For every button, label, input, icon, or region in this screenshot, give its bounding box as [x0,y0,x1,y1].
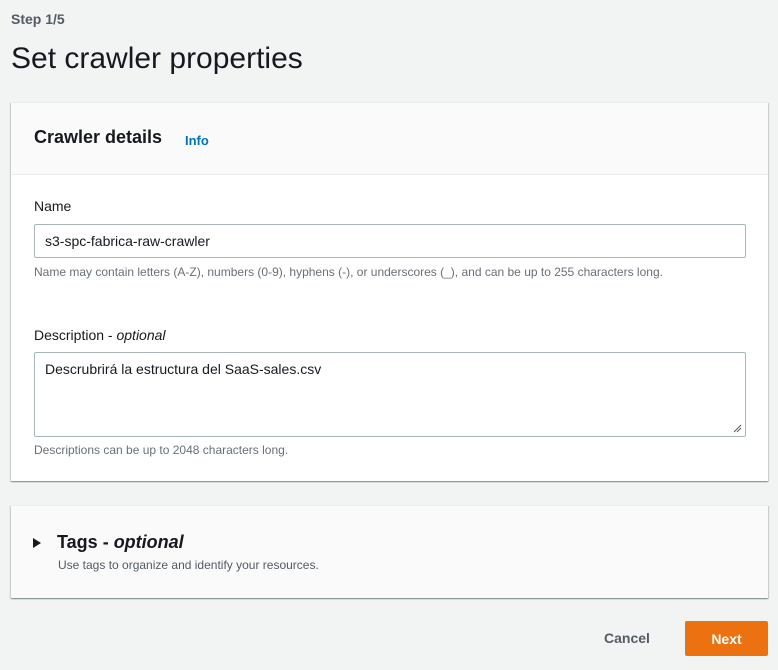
name-input[interactable]: s3-spc-fabrica-raw-crawler [34,224,746,258]
description-optional: optional [116,327,166,343]
tags-title: Tags - optional [57,532,184,552]
step-label: Step 1/5 [11,11,65,27]
description-value: Descrubrirá la estructura del SaaS-sales… [45,361,322,377]
tags-title-text: Tags [57,532,98,552]
tags-description: Use tags to organize and identify your r… [58,558,319,572]
description-textarea[interactable]: Descrubrirá la estructura del SaaS-sales… [34,352,746,437]
description-label: Description - optional [34,327,166,343]
cancel-button[interactable]: Cancel [592,621,662,655]
tags-panel: Tags - optional Use tags to organize and… [11,505,768,598]
next-button[interactable]: Next [685,621,768,656]
description-hint: Descriptions can be up to 2048 character… [34,443,289,457]
tags-optional: optional [113,532,184,552]
caret-right-icon [33,537,41,548]
info-link[interactable]: Info [185,133,209,148]
crawler-details-panel: Crawler details Info Name s3-spc-fabrica… [11,102,768,481]
panel-title: Crawler details [34,127,163,147]
resize-grip-icon[interactable] [732,423,742,433]
page-title: Set crawler properties [11,42,303,75]
name-label: Name [34,198,72,214]
tags-toggle[interactable]: Tags - optional [33,532,184,553]
name-hint: Name may contain letters (A-Z), numbers … [34,265,663,279]
description-label-text: Description [34,327,105,343]
panel-header: Crawler details Info [11,103,768,175]
